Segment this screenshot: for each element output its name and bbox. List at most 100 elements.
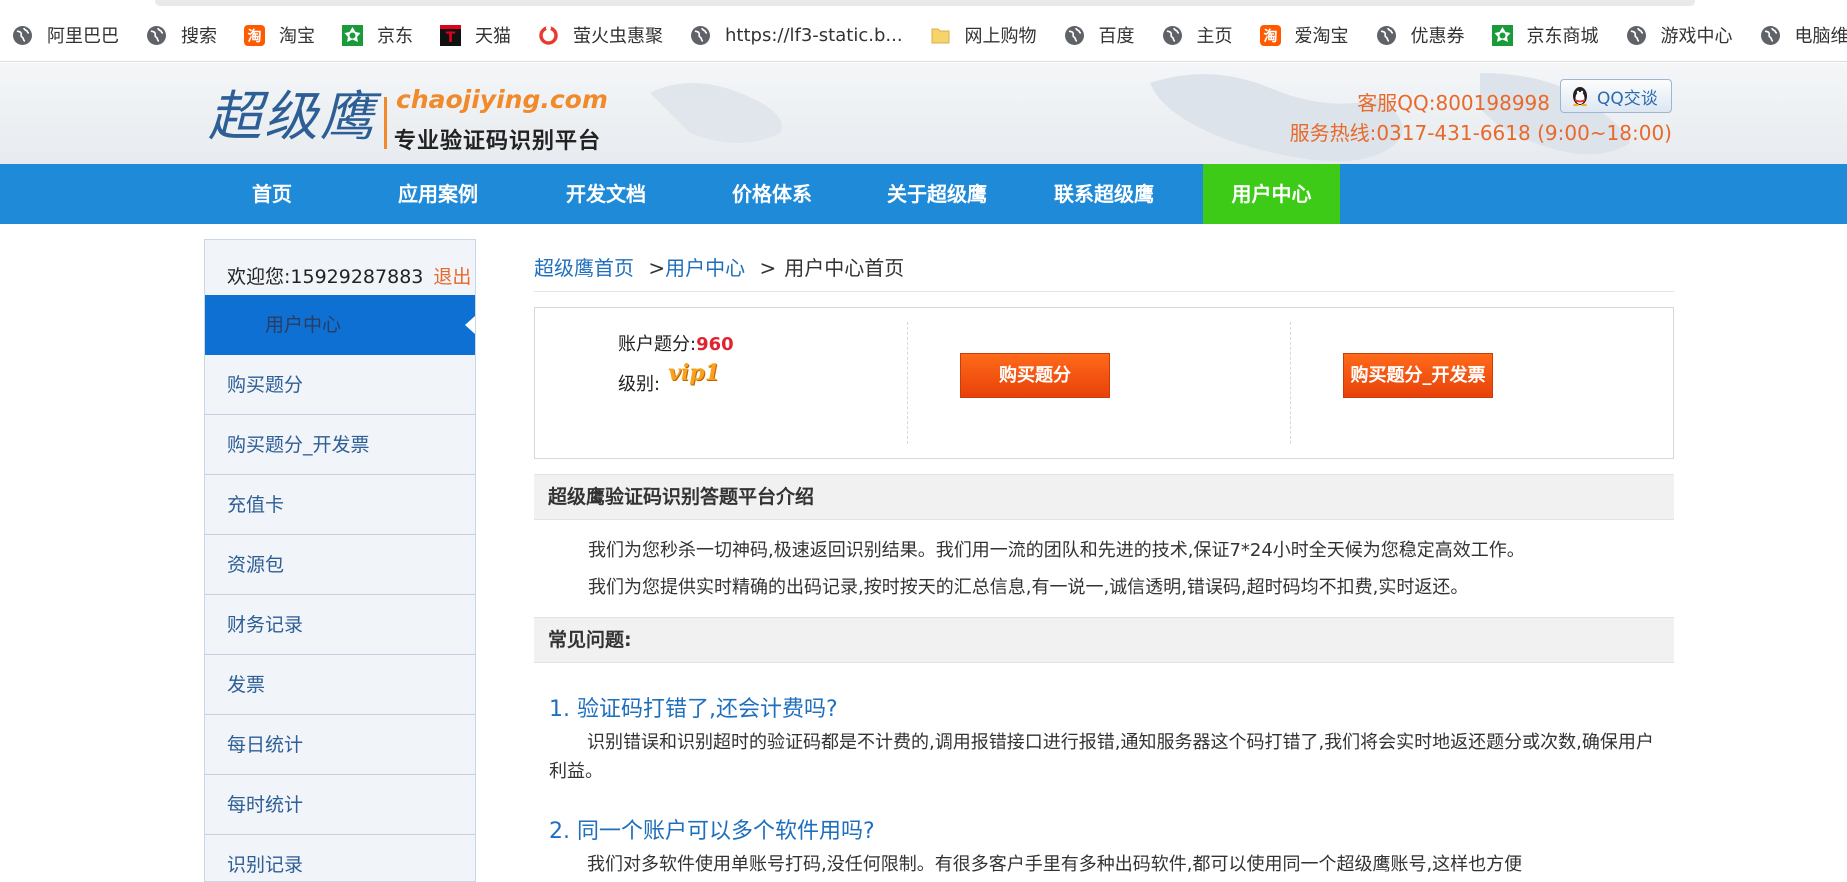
account-score: 账户题分:960 bbox=[618, 330, 734, 356]
bookmark-item-game-center[interactable]: 游戏中心 bbox=[1626, 18, 1733, 52]
buy-points-invoice-button[interactable]: 购买题分_开发票 bbox=[1343, 353, 1493, 398]
nav-pricing[interactable]: 价格体系 bbox=[704, 164, 840, 224]
divider bbox=[907, 322, 908, 444]
bookmark-item-yinghuochong[interactable]: 萤火虫惠聚 bbox=[538, 18, 663, 52]
bookmark-label: 淘宝 bbox=[279, 26, 315, 47]
site-logo[interactable]: 超级鹰 chaojiying.com 专业验证码识别平台 bbox=[208, 85, 608, 155]
bookmark-item-lf3-static[interactable]: https://lf3-static.b... bbox=[690, 18, 903, 52]
logout-link[interactable]: 退出 bbox=[433, 266, 471, 288]
bookmark-label: 京东 bbox=[377, 26, 413, 47]
account-level: 级别: vip1 bbox=[618, 360, 720, 396]
svg-text:淘: 淘 bbox=[1263, 28, 1277, 45]
bookmark-label: 天猫 bbox=[475, 26, 511, 47]
sidebar-item-finance-records[interactable]: 财务记录 bbox=[205, 595, 475, 655]
bookmark-label: 搜索 bbox=[181, 26, 217, 47]
faq-answer-1: 识别错误和识别超时的验证码都是不计费的,调用报错接口进行报错,通知服务器这个码打… bbox=[549, 732, 1654, 782]
sidebar-item-recharge-card[interactable]: 充值卡 bbox=[205, 475, 475, 535]
bookmark-item-pc-repair[interactable]: 电脑维修 bbox=[1760, 18, 1847, 52]
bookmark-item-baidu[interactable]: 百度 bbox=[1064, 18, 1135, 52]
globe-icon bbox=[12, 25, 33, 46]
tmall-icon: T bbox=[440, 24, 461, 46]
bookmark-label: 优惠券 bbox=[1410, 26, 1465, 47]
faq-question-1: 1. 验证码打错了,还会计费吗? bbox=[549, 697, 838, 722]
folder-icon bbox=[930, 25, 951, 46]
sidebar-item-buy-points-invoice[interactable]: 购买题分_开发票 bbox=[205, 415, 475, 475]
nav-user-center[interactable]: 用户中心 bbox=[1203, 164, 1340, 224]
svg-text:T: T bbox=[446, 30, 456, 46]
svg-text:淘: 淘 bbox=[248, 28, 262, 45]
bookmark-item-tmall[interactable]: T 天猫 bbox=[440, 18, 511, 52]
welcome-user: 欢迎您:15929287883 bbox=[227, 266, 424, 288]
site-header: 超级鹰 chaojiying.com 专业验证码识别平台 QQ交谈 客服QQ:8… bbox=[0, 63, 1847, 164]
sidebar-item-hourly-stats[interactable]: 每时统计 bbox=[205, 775, 475, 835]
sidebar-item-recognition-records[interactable]: 识别记录 bbox=[205, 835, 475, 882]
bookmark-folder-shopping[interactable]: 网上购物 bbox=[930, 18, 1037, 52]
divider bbox=[534, 291, 1674, 292]
contact-info: 客服QQ:800198998 服务热线:0317-431-6618 (9:00~… bbox=[1290, 88, 1672, 148]
breadcrumb-separator: > bbox=[648, 256, 666, 280]
bookmark-label: 爱淘宝 bbox=[1294, 26, 1349, 47]
bookmark-label: 阿里巴巴 bbox=[47, 26, 119, 47]
sidebar-menu: 购买题分 购买题分_开发票 充值卡 资源包 财务记录 发票 每日统计 每时统计 … bbox=[205, 355, 475, 882]
vip-badge: vip1 bbox=[668, 360, 720, 386]
nav-docs[interactable]: 开发文档 bbox=[538, 164, 674, 224]
bookmark-label: 百度 bbox=[1098, 26, 1135, 47]
bookmark-item-jd[interactable]: 京东 bbox=[342, 18, 413, 52]
bookmark-item-coupons[interactable]: 优惠券 bbox=[1376, 18, 1465, 52]
intro-paragraph-1: 我们为您秒杀一切神码,极速返回识别结果。我们用一流的团队和先进的技术,保证7*2… bbox=[588, 540, 1525, 561]
taobao-icon: 淘 bbox=[1259, 24, 1281, 46]
breadcrumb-user-center-link[interactable]: 用户中心 bbox=[665, 256, 745, 280]
logo-tagline: 专业验证码识别平台 bbox=[394, 129, 602, 154]
faq-heading: 常见问题: bbox=[534, 617, 1674, 663]
main-nav: 首页 应用案例 开发文档 价格体系 关于超级鹰 联系超级鹰 用户中心 bbox=[0, 164, 1847, 224]
logo-chinese: 超级鹰 bbox=[208, 85, 376, 148]
bookmark-label: 游戏中心 bbox=[1660, 26, 1733, 47]
globe-icon bbox=[1760, 25, 1781, 46]
bookmark-item-taobao[interactable]: 淘 淘宝 bbox=[244, 18, 315, 52]
ring-icon bbox=[538, 25, 559, 46]
bookmark-label: 主页 bbox=[1196, 26, 1233, 47]
jd-icon bbox=[1491, 24, 1513, 46]
welcome-text: 欢迎您:15929287883 退出 bbox=[227, 262, 471, 289]
intro-heading: 超级鹰验证码识别答题平台介绍 bbox=[534, 474, 1674, 520]
qq-number: 800198998 bbox=[1435, 91, 1550, 115]
sidebar-item-daily-stats[interactable]: 每日统计 bbox=[205, 715, 475, 775]
breadcrumb-current: 用户中心首页 bbox=[784, 256, 905, 280]
breadcrumb-separator: > bbox=[759, 256, 777, 280]
bookmark-label: 电脑维修 bbox=[1794, 26, 1847, 47]
bookmark-label: 萤火虫惠聚 bbox=[573, 26, 663, 47]
sidebar-item-invoices[interactable]: 发票 bbox=[205, 655, 475, 715]
nav-home[interactable]: 首页 bbox=[208, 164, 336, 224]
logo-divider bbox=[384, 97, 387, 149]
divider bbox=[1290, 322, 1291, 444]
faq-question-2: 2. 同一个账户可以多个软件用吗? bbox=[549, 819, 875, 844]
intro-paragraph-2: 我们为您提供实时精确的出码记录,按时按天的汇总信息,有一说一,诚信透明,错误码,… bbox=[588, 577, 1469, 598]
bookmark-item-aitaobao[interactable]: 淘 爱淘宝 bbox=[1259, 18, 1349, 52]
globe-icon bbox=[1064, 25, 1085, 46]
bookmark-item-home[interactable]: 主页 bbox=[1162, 18, 1233, 52]
taobao-icon: 淘 bbox=[244, 24, 265, 46]
breadcrumb: 超级鹰首页 >用户中心 > 用户中心首页 bbox=[534, 252, 904, 281]
nav-contact[interactable]: 联系超级鹰 bbox=[1035, 164, 1173, 224]
nav-cases[interactable]: 应用案例 bbox=[370, 164, 506, 224]
globe-icon bbox=[146, 25, 167, 46]
service-hotline: 服务热线:0317-431-6618 (9:00~18:00) bbox=[1289, 121, 1672, 145]
customer-service-qq: 客服QQ:800198998 bbox=[1357, 91, 1550, 115]
user-sidebar: 欢迎您:15929287883 退出 用户中心 购买题分 购买题分_开发票 充值卡… bbox=[204, 239, 476, 882]
level-label: 级别: bbox=[618, 374, 661, 395]
sidebar-item-user-center[interactable]: 用户中心 bbox=[205, 295, 475, 355]
score-value: 960 bbox=[696, 334, 734, 355]
sidebar-item-buy-points[interactable]: 购买题分 bbox=[205, 355, 475, 415]
breadcrumb-home-link[interactable]: 超级鹰首页 bbox=[534, 256, 634, 280]
bookmark-item-search[interactable]: 搜索 bbox=[146, 18, 217, 52]
sidebar-item-resource-pack[interactable]: 资源包 bbox=[205, 535, 475, 595]
globe-icon bbox=[1626, 25, 1647, 46]
bookmark-item-jd-mall[interactable]: 京东商城 bbox=[1491, 18, 1599, 52]
bookmark-label: https://lf3-static.b... bbox=[725, 24, 903, 46]
account-panel: 账户题分:960 级别: vip1 购买题分 购买题分_开发票 bbox=[534, 307, 1674, 459]
scrollbar[interactable] bbox=[155, 0, 1695, 6]
nav-about[interactable]: 关于超级鹰 bbox=[868, 164, 1006, 224]
buy-points-button[interactable]: 购买题分 bbox=[960, 353, 1110, 398]
bookmark-item-alibaba[interactable]: 阿里巴巴 bbox=[12, 18, 119, 52]
bookmarks-bar: 阿里巴巴 搜索 淘 淘宝 京东 T 天猫 萤火虫惠聚 https://lf3-s… bbox=[0, 0, 1847, 62]
